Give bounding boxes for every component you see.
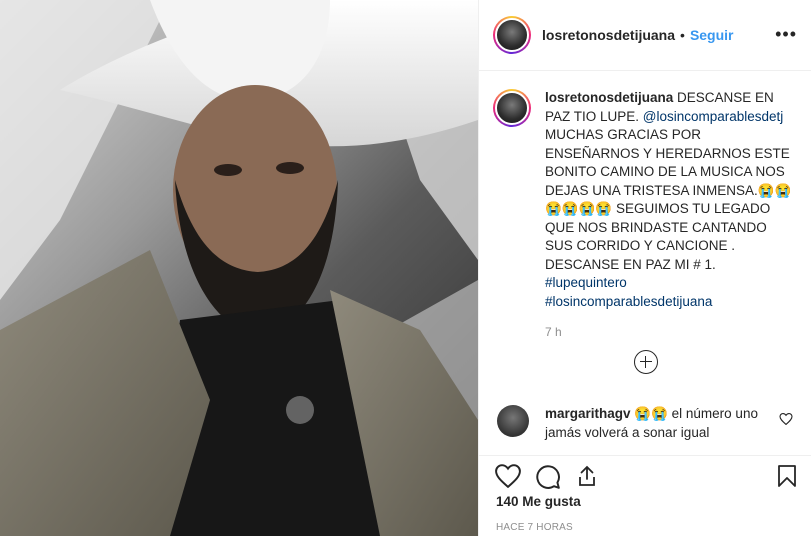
caption-body-3: DESCANSE EN PAZ MI # 1. bbox=[545, 256, 716, 272]
hashtag-lupequintero[interactable]: #lupequintero bbox=[545, 275, 627, 290]
posted-time: HACE 7 HORAS bbox=[496, 522, 573, 533]
post-sidebar: losretonosdetijuana • Seguir ••• losreto… bbox=[478, 0, 811, 536]
likes-count[interactable]: 140 Me gusta bbox=[479, 494, 811, 509]
caption-text: losretonosdetijuana DESCANSE EN PAZ TIO … bbox=[545, 89, 797, 311]
post-photo[interactable] bbox=[0, 0, 478, 536]
author-avatar[interactable] bbox=[493, 16, 531, 54]
comment-bubble-icon[interactable] bbox=[535, 464, 561, 490]
caption-body-2: MUCHAS GRACIAS POR ENSEÑARNOS Y HEREDARN… bbox=[545, 127, 792, 253]
post-actions: 140 Me gusta HACE 7 HORAS bbox=[479, 455, 811, 533]
comment-item: margarithagv 😭😭 el número uno jamás volv… bbox=[497, 405, 797, 442]
caption-avatar[interactable] bbox=[493, 89, 531, 127]
bookmark-icon[interactable] bbox=[777, 464, 797, 488]
commenter-avatar[interactable] bbox=[497, 405, 529, 437]
comment-text: margarithagv 😭😭 el número uno jamás volv… bbox=[545, 405, 797, 442]
hashtag-losincomparables[interactable]: #losincomparablesdetijuana bbox=[545, 294, 712, 309]
share-icon[interactable] bbox=[575, 464, 599, 488]
follow-button[interactable]: Seguir bbox=[690, 27, 734, 43]
more-options-icon[interactable]: ••• bbox=[775, 24, 797, 45]
caption-time: 7 h bbox=[545, 325, 562, 339]
load-more-comments-icon[interactable] bbox=[634, 350, 658, 374]
commenter-username[interactable]: margarithagv bbox=[545, 406, 631, 421]
separator-dot: • bbox=[680, 27, 685, 43]
author-username[interactable]: losretonosdetijuana bbox=[542, 27, 675, 43]
post-header: losretonosdetijuana • Seguir ••• bbox=[479, 0, 811, 71]
caption: losretonosdetijuana DESCANSE EN PAZ TIO … bbox=[479, 71, 811, 391]
caption-mention[interactable]: @losincomparablesdetj bbox=[643, 109, 784, 124]
photo-artwork bbox=[0, 0, 478, 536]
comment-like-icon[interactable] bbox=[779, 413, 793, 425]
caption-username[interactable]: losretonosdetijuana bbox=[545, 90, 673, 105]
like-heart-icon[interactable] bbox=[495, 464, 521, 488]
